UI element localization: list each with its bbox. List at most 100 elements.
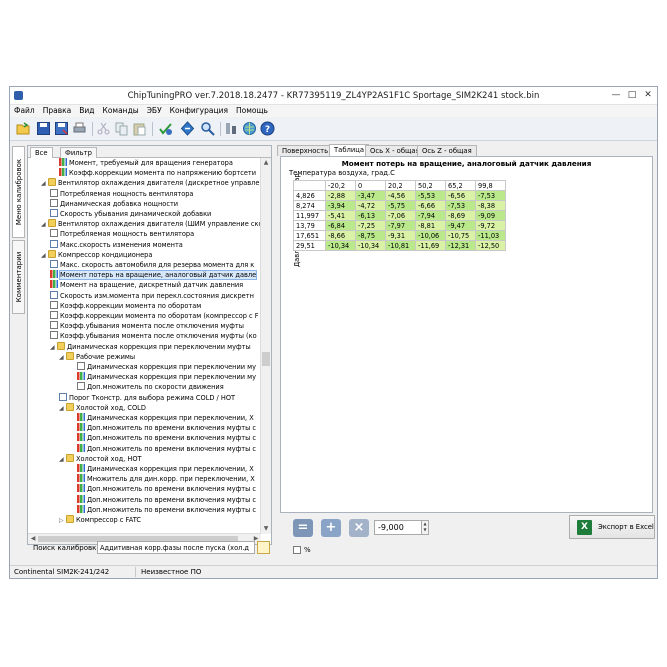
- expand-arrow-icon[interactable]: ▷: [59, 516, 66, 526]
- map-cell[interactable]: -3,94: [325, 200, 356, 211]
- tree-folder[interactable]: ◢ Компрессор кондиционера: [28, 249, 261, 260]
- map-cell[interactable]: -4,72: [355, 200, 386, 211]
- percent-checkbox[interactable]: [293, 546, 301, 554]
- tree-item[interactable]: Доп.множитель по скорости движения: [28, 382, 261, 392]
- export-excel-button[interactable]: X Экспорт в Excel: [569, 515, 655, 539]
- map-cell[interactable]: -12,31: [445, 240, 476, 251]
- map-cell[interactable]: -2,88: [325, 190, 356, 201]
- print-icon[interactable]: [72, 121, 87, 136]
- checksum-icon[interactable]: [158, 121, 173, 136]
- x-axis-header-cell[interactable]: -20,2: [325, 180, 356, 191]
- map-cell[interactable]: -5,53: [415, 190, 446, 201]
- map-cell[interactable]: -10,81: [385, 240, 416, 251]
- map-cell[interactable]: -9,09: [475, 210, 506, 221]
- map-cell[interactable]: -6,66: [415, 200, 446, 211]
- map-cell[interactable]: -6,56: [445, 190, 476, 201]
- tree-folder[interactable]: ◢ Динамическая коррекция при переключении…: [28, 341, 261, 352]
- cut-icon[interactable]: [96, 121, 111, 136]
- tree-item[interactable]: Доп.множитель по времени включения муфты…: [28, 504, 261, 515]
- navigate-icon[interactable]: [180, 121, 195, 136]
- tree-folder[interactable]: ◢ Вентилятор охлаждения двигателя (дискре…: [28, 178, 261, 188]
- map-cell[interactable]: -7,94: [415, 210, 446, 221]
- map-cell[interactable]: -9,72: [475, 220, 506, 231]
- tree-item[interactable]: Динамическая добавка нощности: [28, 198, 261, 209]
- map-cell[interactable]: -10,06: [415, 230, 446, 241]
- maximize-button[interactable]: □: [625, 89, 639, 101]
- multiply-value-button[interactable]: ×: [349, 519, 369, 537]
- map-cell[interactable]: -11,03: [475, 230, 506, 241]
- menu-commands[interactable]: Команды: [99, 105, 143, 117]
- map-cell[interactable]: -3,47: [355, 190, 386, 201]
- map-cell[interactable]: -5,75: [385, 200, 416, 211]
- tree-item[interactable]: Коэфф.коррекции момента по оборотам (ком…: [28, 311, 261, 321]
- open-folder-icon[interactable]: [16, 121, 31, 136]
- value-input[interactable]: -9,000: [374, 520, 422, 535]
- save-as-icon[interactable]: [54, 121, 69, 136]
- add-value-button[interactable]: +: [321, 519, 341, 537]
- tab-axis-z[interactable]: Ось Z - общая: [417, 145, 477, 156]
- save-icon[interactable]: [36, 121, 51, 136]
- tree-item[interactable]: Скорость убывания динамической добавки: [28, 209, 261, 219]
- globe-icon[interactable]: [242, 121, 257, 136]
- tree-tab-filter[interactable]: Фильтр: [60, 147, 97, 158]
- map-cell[interactable]: -9,31: [385, 230, 416, 241]
- minimize-button[interactable]: —: [609, 89, 623, 101]
- map-cell[interactable]: -8,81: [415, 220, 446, 231]
- x-axis-header-cell[interactable]: 50,2: [415, 180, 446, 191]
- tree-item[interactable]: Коэфф.коррекции момента по оборотам: [28, 300, 261, 311]
- map-cell[interactable]: -8,75: [355, 230, 386, 241]
- tree-item[interactable]: Динамическая коррекция при переключении …: [28, 372, 261, 382]
- map-cell[interactable]: -10,34: [355, 240, 386, 251]
- map-cell[interactable]: -10,34: [325, 240, 356, 251]
- tree-item[interactable]: Доп.множитель по времени включения муфты…: [28, 423, 261, 433]
- y-axis-header-cell[interactable]: 29,51: [293, 240, 326, 251]
- side-tab-calibrations[interactable]: Меню калибровок: [12, 146, 25, 238]
- paste-icon[interactable]: [132, 121, 147, 136]
- tree-item[interactable]: Доп.множитель по времени включения муфты…: [28, 443, 261, 454]
- x-axis-header-cell[interactable]: 0: [355, 180, 386, 191]
- y-axis-header-cell[interactable]: 13,79: [293, 220, 326, 231]
- search-icon[interactable]: [200, 121, 215, 136]
- tree-item[interactable]: Коэфф.убывания момента после отключения …: [28, 321, 261, 331]
- tab-surface[interactable]: Поверхность: [277, 145, 334, 156]
- tree-vertical-scrollbar[interactable]: ▲ ▼: [260, 158, 271, 534]
- x-axis-header-cell[interactable]: 99,8: [475, 180, 506, 191]
- tree-item[interactable]: Момент потерь на вращение, аналоговый да…: [28, 270, 261, 281]
- map-cell[interactable]: -7,53: [445, 200, 476, 211]
- tree-folder[interactable]: ◢ Холостой ход, HOT: [28, 453, 261, 464]
- menu-edit[interactable]: Правка: [39, 105, 76, 117]
- tree-item[interactable]: Доп.множитель по времени включения муфты…: [28, 484, 261, 494]
- scroll-down-icon[interactable]: ▼: [261, 524, 271, 534]
- map-cell[interactable]: -6,13: [355, 210, 386, 221]
- help-icon[interactable]: ?: [260, 121, 275, 136]
- tab-axis-x[interactable]: Ось X - общая: [365, 145, 425, 156]
- map-cell[interactable]: -12,50: [475, 240, 506, 251]
- tree-item[interactable]: Доп.множитель по времени включения муфты…: [28, 494, 261, 505]
- map-cell[interactable]: -8,38: [475, 200, 506, 211]
- tree-item[interactable]: Множитель для дин.корр. при переключении…: [28, 474, 261, 484]
- x-axis-header-cell[interactable]: 65,2: [445, 180, 476, 191]
- tree-folder[interactable]: ◢ Холостой ход, COLD: [28, 402, 261, 413]
- tree-item[interactable]: Момент, требуемый для вращения генератор…: [28, 158, 261, 168]
- map-cell[interactable]: -8,69: [445, 210, 476, 221]
- tab-table[interactable]: Таблица: [329, 144, 370, 156]
- map-cell[interactable]: -7,97: [385, 220, 416, 231]
- tree-item[interactable]: Доп.множитель по времени включения муфты…: [28, 433, 261, 443]
- y-axis-header-cell[interactable]: 11,997: [293, 210, 326, 221]
- map-cell[interactable]: -5,41: [325, 210, 356, 221]
- map-cell[interactable]: -6,84: [325, 220, 356, 231]
- menu-file[interactable]: Файл: [10, 105, 39, 117]
- tree-folder[interactable]: ◢ Вентилятор охлаждения двигателя (ШИМ уп…: [28, 219, 261, 229]
- search-input[interactable]: [97, 541, 255, 554]
- scroll-thumb[interactable]: [262, 352, 270, 366]
- scroll-up-icon[interactable]: ▲: [261, 158, 271, 168]
- tree-tab-all[interactable]: Все: [30, 147, 53, 158]
- set-value-button[interactable]: =: [293, 519, 313, 537]
- menu-view[interactable]: Вид: [75, 105, 98, 117]
- map-cell[interactable]: -7,53: [475, 190, 506, 201]
- value-spinner[interactable]: ▲ ▼: [421, 520, 429, 535]
- tree-item[interactable]: Потребляемая нощность вентилятора: [28, 188, 261, 199]
- x-axis-header-cell[interactable]: 20,2: [385, 180, 416, 191]
- menu-ecu[interactable]: ЭБУ: [143, 105, 166, 117]
- tree-folder[interactable]: ◢ Рабочие режимы: [28, 351, 261, 362]
